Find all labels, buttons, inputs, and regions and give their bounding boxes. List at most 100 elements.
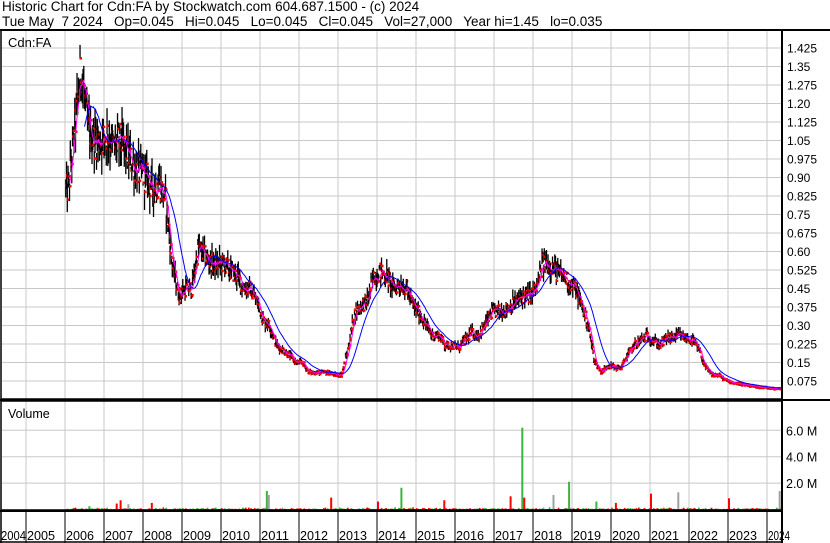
year-label: 2007 bbox=[105, 528, 133, 543]
volume-spike-bar bbox=[443, 500, 446, 510]
volume-bar bbox=[347, 507, 349, 510]
price-tick-label: 0.525 bbox=[787, 263, 817, 277]
volume-bar bbox=[165, 507, 168, 510]
close-dot bbox=[144, 190, 147, 194]
close-dot bbox=[176, 288, 179, 291]
price-tick-label: 1.05 bbox=[787, 134, 811, 148]
year-label: 2013 bbox=[339, 528, 367, 543]
close-dot bbox=[227, 258, 230, 262]
volume-spike-bar bbox=[650, 493, 652, 510]
stock-chart: 1.425 1.35 1.275 1.20 1.125 1.05 0.975 0.90 0.82… bbox=[0, 29, 830, 543]
year-label: 2011 bbox=[261, 528, 289, 543]
close-dot bbox=[261, 321, 265, 324]
year-label: 2023 bbox=[729, 528, 757, 543]
close-dot bbox=[396, 291, 399, 294]
symbol-label: Cdn:FA bbox=[8, 35, 52, 50]
volume-bar bbox=[394, 507, 396, 510]
close-dot bbox=[452, 347, 455, 350]
volume-bar bbox=[281, 507, 284, 510]
price-tick-label: 0.675 bbox=[787, 226, 817, 240]
volume-bar bbox=[683, 507, 685, 510]
close-dot bbox=[495, 314, 498, 318]
volume-spike-bar bbox=[523, 497, 526, 510]
year-label: 2014 bbox=[378, 528, 406, 543]
year-label: 2019 bbox=[573, 528, 601, 543]
price-tick-label: 1.20 bbox=[787, 97, 811, 111]
price-tick-label: 0.825 bbox=[787, 189, 817, 203]
year-label: 2022 bbox=[690, 528, 718, 543]
volume-spike-bar bbox=[127, 504, 130, 510]
close-dot bbox=[447, 341, 450, 344]
volume-spike-bar bbox=[614, 502, 617, 510]
year-label: 2008 bbox=[144, 528, 172, 543]
volume-label: Volume bbox=[8, 407, 50, 421]
price-tick-label: 0.975 bbox=[787, 152, 817, 166]
volume-pane bbox=[65, 427, 783, 510]
year-label: 2020 bbox=[612, 528, 640, 543]
volume-spike-bar bbox=[595, 501, 598, 510]
close-dot bbox=[102, 125, 106, 129]
close-dot bbox=[146, 162, 149, 166]
volume-spike-bar bbox=[552, 494, 555, 510]
price-tick-label: 0.60 bbox=[787, 245, 811, 259]
close-dot bbox=[129, 147, 133, 150]
volume-spike-bar bbox=[568, 481, 571, 510]
close-dot bbox=[634, 339, 638, 343]
year-label: 2009 bbox=[183, 528, 211, 543]
volume-bar bbox=[435, 507, 438, 510]
price-tick-label: 1.125 bbox=[787, 115, 817, 129]
volume-spike-bar bbox=[265, 491, 268, 510]
volume-spike-bar bbox=[400, 487, 403, 510]
volume-spike-bar bbox=[521, 427, 524, 510]
close-dot bbox=[149, 194, 152, 198]
close-dot bbox=[79, 57, 83, 60]
volume-bar bbox=[215, 507, 217, 510]
moving-average-short-line bbox=[69, 79, 781, 390]
close-dot bbox=[437, 331, 440, 335]
close-dot bbox=[385, 280, 389, 284]
volume-spike-bar bbox=[509, 496, 512, 510]
moving-average-long-line bbox=[84, 105, 781, 389]
volume-spike-bar bbox=[115, 503, 118, 510]
close-dot bbox=[267, 319, 271, 323]
year-label: 2012 bbox=[300, 528, 328, 543]
close-dot bbox=[191, 293, 194, 297]
price-tick-label: 0.75 bbox=[787, 208, 811, 222]
close-dot bbox=[480, 329, 483, 332]
price-tick-label: 0.15 bbox=[787, 356, 811, 370]
price-pane bbox=[65, 44, 783, 391]
close-dot bbox=[555, 279, 559, 283]
price-tick-label: 0.075 bbox=[787, 375, 817, 389]
price-tick-label: 0.225 bbox=[787, 337, 817, 351]
close-dot bbox=[498, 304, 501, 307]
volume-spike-bar bbox=[267, 494, 270, 510]
close-dot bbox=[584, 316, 587, 320]
close-dot bbox=[188, 289, 191, 293]
year-label: 2024 bbox=[768, 528, 790, 543]
close-dot bbox=[468, 338, 471, 341]
close-dot bbox=[184, 295, 188, 298]
close-dot bbox=[204, 245, 207, 248]
price-tick-label: 0.30 bbox=[787, 319, 811, 333]
volume-tick-label: 2.0 M bbox=[786, 477, 817, 491]
volume-tick-label: 6.0 M bbox=[786, 424, 817, 438]
close-dot bbox=[221, 269, 224, 273]
year-label: 2010 bbox=[222, 528, 250, 543]
volume-bar bbox=[410, 507, 412, 510]
grid bbox=[2, 31, 782, 510]
year-label: 2021 bbox=[651, 528, 679, 543]
volume-bar bbox=[338, 507, 341, 510]
close-dot bbox=[68, 174, 71, 178]
volume-bar bbox=[557, 507, 560, 510]
close-dot bbox=[417, 305, 421, 308]
price-tick-label: 1.275 bbox=[787, 78, 817, 92]
volume-bar bbox=[737, 507, 740, 510]
price-tick-label: 0.45 bbox=[787, 282, 811, 296]
close-dot bbox=[138, 179, 142, 182]
close-dot bbox=[646, 332, 650, 335]
close-dot bbox=[381, 264, 384, 268]
close-dot bbox=[160, 180, 164, 184]
close-dot bbox=[69, 184, 72, 188]
frame bbox=[0, 29, 830, 543]
close-dot bbox=[490, 316, 494, 320]
